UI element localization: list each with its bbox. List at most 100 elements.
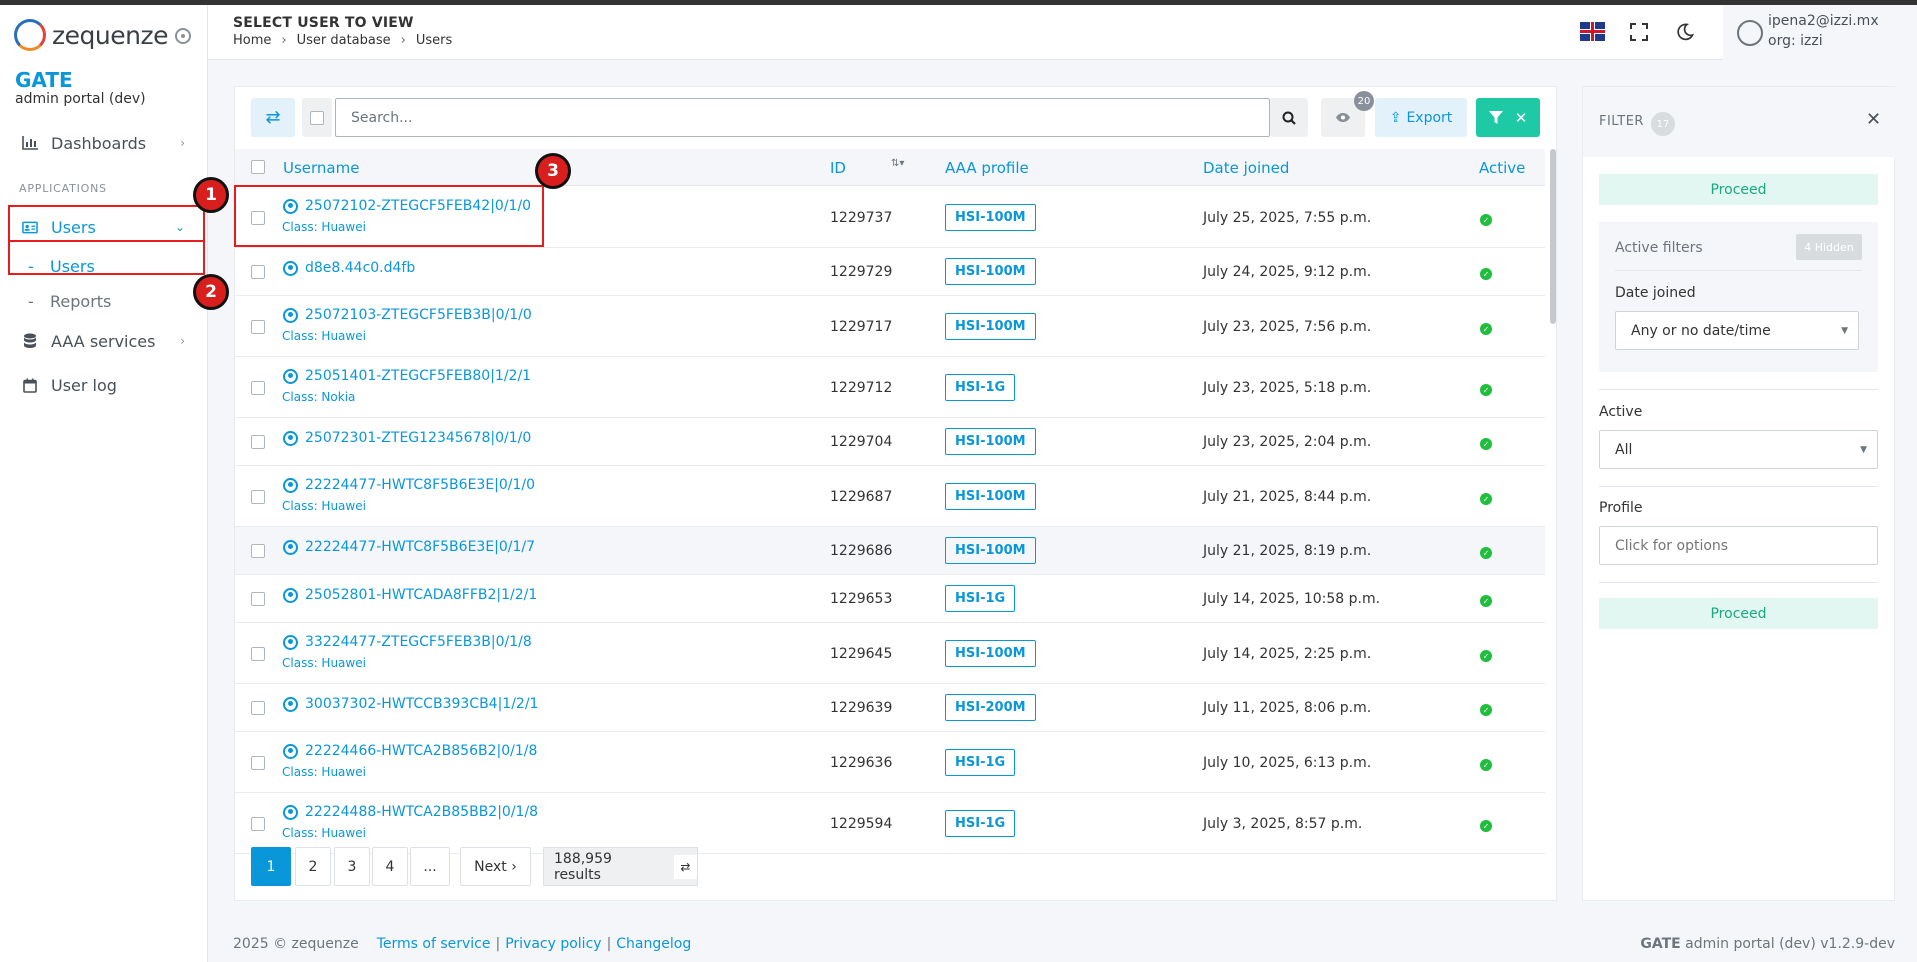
uk-flag-icon[interactable] <box>1580 22 1605 41</box>
column-id[interactable]: ID <box>830 159 846 177</box>
pin-sidebar-icon[interactable] <box>175 28 191 44</box>
privacy-link[interactable]: Privacy policy <box>505 936 601 952</box>
aaa-profile-badge[interactable]: HSI-1G <box>945 810 1016 837</box>
aaa-profile-badge[interactable]: HSI-100M <box>945 428 1036 455</box>
page-2-button[interactable]: 2 <box>295 847 331 886</box>
aaa-profile-badge[interactable]: HSI-100M <box>945 204 1036 231</box>
aaa-profile-badge[interactable]: HSI-1G <box>945 585 1016 612</box>
row-checkbox[interactable] <box>251 435 265 449</box>
table-row[interactable]: d8e8.44c0.d4fb 1229729 HSI-100M July 24, 20… <box>235 248 1545 296</box>
active-check-icon: ✓ <box>1480 268 1492 280</box>
active-check-icon: ✓ <box>1480 704 1492 716</box>
export-button[interactable]: ⇪ Export <box>1375 98 1467 137</box>
username-text: 22224488-HWTCA2B85BB2|0/1/8 <box>305 804 539 820</box>
row-checkbox[interactable] <box>251 320 265 334</box>
active-check-icon: ✓ <box>1480 650 1492 662</box>
row-checkbox[interactable] <box>251 756 265 770</box>
username-link[interactable]: 25072103-ZTEGCF5FEB3B|0/1/0 <box>283 307 532 323</box>
aaa-profile-badge[interactable]: HSI-1G <box>945 749 1016 776</box>
page-ellipsis[interactable]: ... <box>410 847 450 886</box>
row-checkbox[interactable] <box>251 490 265 504</box>
proceed-button-top[interactable]: Proceed <box>1599 174 1878 205</box>
column-username[interactable]: Username <box>283 159 359 177</box>
breadcrumb-user-database[interactable]: User database <box>297 33 391 48</box>
changelog-link[interactable]: Changelog <box>616 936 691 952</box>
table-row[interactable]: 25051401-ZTEGCF5FEB80|1/2/1 Class: Nokia 1… <box>235 357 1545 418</box>
aaa-profile-badge[interactable]: HSI-100M <box>945 313 1036 340</box>
hidden-filters-badge[interactable]: 4 Hidden <box>1796 234 1862 260</box>
username-link[interactable]: 22224488-HWTCA2B85BB2|0/1/8 <box>283 804 538 820</box>
proceed-button-bottom[interactable]: Proceed <box>1599 598 1878 629</box>
page-4-button[interactable]: 4 <box>372 847 408 886</box>
fullscreen-icon[interactable] <box>1628 21 1650 43</box>
table-row[interactable]: 30037302-HWTCCB393CB4|1/2/1 1229639 HSI-20… <box>235 684 1545 732</box>
aaa-profile-badge[interactable]: HSI-100M <box>945 537 1036 564</box>
terms-link[interactable]: Terms of service <box>377 936 491 952</box>
username-link[interactable]: 22224477-HWTC8F5B6E3E|0/1/0 <box>283 477 535 493</box>
table-row[interactable]: 25072103-ZTEGCF5FEB3B|0/1/0 Class: Huawei… <box>235 296 1545 357</box>
aaa-profile-badge[interactable]: HSI-100M <box>945 483 1036 510</box>
row-checkbox[interactable] <box>251 265 265 279</box>
profile-input[interactable] <box>1599 526 1878 565</box>
refresh-button[interactable]: ⇄ <box>251 98 295 137</box>
aaa-profile-badge[interactable]: HSI-100M <box>945 258 1036 285</box>
table-row[interactable]: 22224466-HWTCA2B856B2|0/1/8 Class: Huawei… <box>235 732 1545 793</box>
next-page-button[interactable]: Next › <box>460 847 531 886</box>
active-check-icon: ✓ <box>1480 759 1492 771</box>
username-link[interactable]: d8e8.44c0.d4fb <box>283 260 415 276</box>
row-checkbox[interactable] <box>251 817 265 831</box>
sidebar-item-aaa-services[interactable]: AAA services › <box>0 323 207 359</box>
row-checkbox[interactable] <box>251 592 265 606</box>
sync-icon[interactable]: ⇄ <box>673 854 697 879</box>
username-link[interactable]: 22224477-HWTC8F5B6E3E|0/1/7 <box>283 539 535 555</box>
username-link[interactable]: 30037302-HWTCCB393CB4|1/2/1 <box>283 696 538 712</box>
close-icon[interactable]: ✕ <box>1866 109 1881 130</box>
select-all-toggle[interactable] <box>302 98 332 137</box>
page-1-button[interactable]: 1 <box>251 847 291 886</box>
table-row[interactable]: 22224477-HWTC8F5B6E3E|0/1/7 1229686 HSI-10… <box>235 527 1545 575</box>
column-date-joined[interactable]: Date joined <box>1203 159 1289 177</box>
table-scrollbar[interactable] <box>1550 149 1556 324</box>
username-link[interactable]: 25052801-HWTCADA8FFB2|1/2/1 <box>283 587 537 603</box>
table-row[interactable]: 25052801-HWTCADA8FFB2|1/2/1 1229653 HSI-1G… <box>235 575 1545 623</box>
column-active[interactable]: Active <box>1479 159 1525 177</box>
search-button[interactable] <box>1270 98 1308 137</box>
username-text: d8e8.44c0.d4fb <box>305 260 416 276</box>
moon-icon[interactable] <box>1674 21 1696 43</box>
copyright: 2025 © zequenze <box>233 936 359 952</box>
sidebar-item-dashboards[interactable]: Dashboards › <box>0 125 207 161</box>
sidebar-subitem-reports[interactable]: - Reports <box>0 286 207 316</box>
select-all-checkbox[interactable] <box>251 160 265 174</box>
user-email: ipena2@izzi.mx <box>1768 13 1879 29</box>
footer-separator: | <box>495 936 501 952</box>
user-menu[interactable]: ipena2@izzi.mx org: izzi <box>1723 5 1917 60</box>
column-aaa-profile[interactable]: AAA profile <box>945 159 1029 177</box>
table-row[interactable]: 25072301-ZTEG12345678|0/1/0 1229704 HSI-10… <box>235 418 1545 466</box>
date-joined-select[interactable]: Any or no date/time ▼ <box>1615 311 1859 350</box>
aaa-profile-badge[interactable]: HSI-100M <box>945 640 1036 667</box>
active-select[interactable]: All ▼ <box>1599 430 1878 469</box>
logo[interactable]: zequenze <box>14 19 168 51</box>
username-link[interactable]: 25072301-ZTEG12345678|0/1/0 <box>283 430 531 446</box>
filter-toggle-button[interactable]: ✕ <box>1476 98 1540 137</box>
row-checkbox[interactable] <box>251 381 265 395</box>
sidebar-item-user-log[interactable]: User log <box>0 367 207 403</box>
breadcrumb-home[interactable]: Home <box>233 33 271 48</box>
table-row[interactable]: 33224477-ZTEGCF5FEB3B|0/1/8 Class: Huawei… <box>235 623 1545 684</box>
row-checkbox[interactable] <box>251 647 265 661</box>
table-row[interactable]: 22224477-HWTC8F5B6E3E|0/1/0 Class: Huawei… <box>235 466 1545 527</box>
search-input[interactable] <box>335 98 1270 137</box>
sort-icon[interactable]: ⇅▾ <box>891 158 904 169</box>
username-link[interactable]: 33224477-ZTEGCF5FEB3B|0/1/8 <box>283 634 532 650</box>
page-3-button[interactable]: 3 <box>334 847 370 886</box>
user-id: 1229645 <box>830 646 893 662</box>
user-id: 1229717 <box>830 319 893 335</box>
version-text: admin portal (dev) v1.2.9-dev <box>1685 936 1895 952</box>
table-row[interactable]: 22224488-HWTCA2B85BB2|0/1/8 Class: Huawei… <box>235 793 1545 854</box>
username-link[interactable]: 22224466-HWTCA2B856B2|0/1/8 <box>283 743 537 759</box>
username-link[interactable]: 25051401-ZTEGCF5FEB80|1/2/1 <box>283 368 531 384</box>
aaa-profile-badge[interactable]: HSI-200M <box>945 694 1036 721</box>
row-checkbox[interactable] <box>251 544 265 558</box>
row-checkbox[interactable] <box>251 701 265 715</box>
aaa-profile-badge[interactable]: HSI-1G <box>945 374 1016 401</box>
